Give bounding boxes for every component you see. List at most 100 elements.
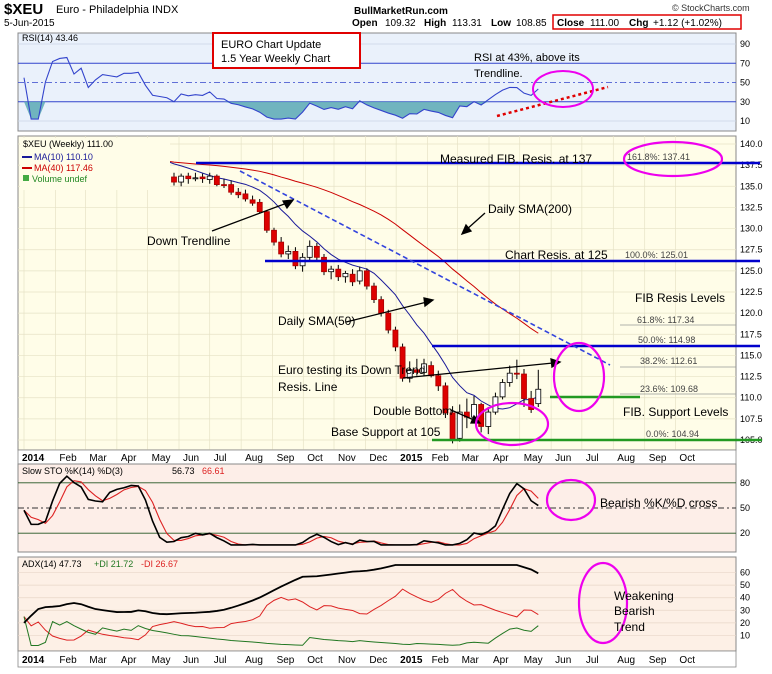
candle-body: [249, 199, 256, 204]
candle-body: [171, 176, 177, 183]
title-box-line1: EURO Chart Update: [221, 39, 321, 51]
fib-label-618: 61.8%: 117.34: [637, 315, 694, 325]
x-axis-bottom-label: Apr: [121, 655, 137, 666]
x-axis-top-label: Sep: [649, 453, 667, 464]
x-axis-top-label: May: [524, 453, 543, 464]
candle-body: [506, 372, 513, 383]
candle-body: [263, 211, 270, 231]
copyright: © StockCharts.com: [672, 3, 750, 13]
candle-body: [392, 329, 399, 348]
symbol: $XEU: [4, 1, 43, 18]
x-axis-top-label: Oct: [679, 453, 695, 464]
x-axis-bottom-label: Jun: [183, 655, 199, 666]
price-legend: $XEU (Weekly) 111.00: [23, 139, 113, 149]
rsi-legend: RSI(14) 43.46: [22, 33, 78, 43]
adx-annotation-3: Trend: [614, 620, 645, 634]
candle-body: [221, 184, 227, 186]
x-axis-bottom-label: Jun: [555, 655, 571, 666]
adx-legend: ADX(14) 47.73: [22, 559, 82, 569]
candle-body: [363, 270, 370, 287]
chart-date: 5-Jun-2015: [4, 18, 55, 29]
sto-tick-label: 50: [740, 503, 750, 513]
base-support-annotation: Base Support at 105: [331, 425, 441, 439]
chg-label: Chg: [629, 18, 648, 29]
sto-d-value: 66.61: [202, 466, 225, 476]
chart-stage: $XEU Euro - Philadelphia INDX 5-Jun-2015…: [0, 0, 772, 669]
x-axis-bottom-label: Oct: [679, 655, 695, 666]
x-axis-top-label: Mar: [462, 453, 480, 464]
x-axis-top-label: Jun: [555, 453, 571, 464]
close-label: Close: [557, 18, 585, 29]
low-value: 108.85: [516, 18, 547, 29]
sto-tick-label: 20: [740, 528, 750, 538]
price-tick-label: 120.0: [740, 308, 763, 318]
rsi-tick-label: 90: [740, 39, 750, 49]
candle-body: [199, 176, 206, 180]
sto-k-value: 56.73: [172, 466, 195, 476]
x-axis-top-label: Aug: [617, 453, 635, 464]
x-axis-top-label: 2015: [400, 453, 423, 464]
euro-testing-annotation-1: Euro testing its Down Trend: [278, 363, 425, 377]
x-axis-bottom-label: Nov: [338, 655, 356, 666]
candle-body: [228, 184, 235, 193]
x-axis-top-label: Jul: [586, 453, 599, 464]
rsi-panel: 90 70 50 30 10 RSI(14) 43.46 EURO Chart Upda…: [17, 32, 750, 132]
x-axis-top-label: Jun: [183, 453, 199, 464]
chart-resis-annotation: Chart Resis. at 125: [505, 248, 608, 262]
x-axis-bottom-label: Feb: [432, 655, 450, 666]
sma200-annotation: Daily SMA(200): [488, 202, 572, 216]
candle-body: [306, 245, 313, 258]
x-axis-bottom-label: Jul: [214, 655, 227, 666]
high-label: High: [424, 18, 446, 29]
x-axis-top-label: Mar: [89, 453, 107, 464]
sto-panel: 80 50 20 Slow STO %K(14) %D(3) 56.73 66.61…: [17, 463, 750, 553]
fib-label-236: 23.6%: 109.68: [640, 384, 698, 394]
sto-tick-label: 80: [740, 478, 750, 488]
high-value: 113.31: [452, 18, 482, 29]
candle-body: [313, 245, 320, 258]
open-label: Open: [352, 18, 378, 29]
adx-tick-label: 50: [740, 580, 750, 590]
fib-label-382: 38.2%: 112.61: [640, 356, 697, 366]
sma50-annotation: Daily SMA(50): [278, 314, 355, 328]
x-axis-top-label: Jul: [214, 453, 227, 464]
adx-mdi-legend: -DI 26.67: [141, 559, 178, 569]
down-trendline-annotation: Down Trendline: [147, 234, 231, 248]
x-axis-bottom-label: Feb: [59, 655, 77, 666]
rsi-tick-label: 50: [740, 78, 750, 88]
euro-testing-annotation-2: Resis. Line: [278, 380, 338, 394]
fib-label-1000: 100.0%: 125.01: [625, 250, 688, 260]
price-tick-label: 130.0: [740, 224, 763, 234]
price-tick-label: 122.5: [740, 287, 763, 297]
price-panel: 140.0 137.5 135.0 132.5 130.0 127.5 125.0 122.5…: [17, 135, 763, 451]
fib-label-000: 0.0%: 104.94: [646, 429, 699, 439]
measured-fib-annotation: Measured FIB. Resis. at 137: [440, 152, 592, 166]
candle-body: [513, 372, 520, 375]
x-axis-top-label: Feb: [59, 453, 77, 464]
candle-body: [285, 251, 292, 255]
fib-support-annotation: FIB. Support Levels: [623, 405, 728, 419]
candle-body: [328, 268, 335, 273]
candle-body: [242, 193, 249, 200]
candle-body: [485, 411, 492, 427]
price-tick-label: 110.0: [740, 393, 762, 403]
chart-svg: $XEU Euro - Philadelphia INDX 5-Jun-2015…: [0, 0, 772, 669]
adx-tick-label: 60: [740, 568, 750, 578]
price-tick-label: 140.0: [740, 139, 763, 149]
ma10-legend: MA(10) 110.10: [34, 152, 93, 162]
fib-label-1618: 161.8%: 137.41: [627, 152, 690, 162]
x-axis-top-label: Nov: [338, 453, 356, 464]
candle-body: [385, 312, 392, 331]
x-axis-bottom-label: Sep: [649, 655, 667, 666]
candle-body: [371, 285, 377, 301]
price-tick-label: 107.5: [740, 414, 763, 424]
sto-legend: Slow STO %K(14) %D(3): [22, 466, 123, 476]
fib-resis-levels-annotation: FIB Resis Levels: [635, 291, 725, 305]
title-box-line2: 1.5 Year Weekly Chart: [221, 53, 330, 65]
candle-body: [292, 251, 299, 267]
x-axis-bottom-label: May: [152, 655, 171, 666]
candle-body: [435, 375, 442, 387]
x-axis-bottom-label: 2015: [400, 655, 423, 666]
rsi-tick-label: 30: [740, 97, 750, 107]
adx-annotation-1: Weakening: [614, 589, 674, 603]
